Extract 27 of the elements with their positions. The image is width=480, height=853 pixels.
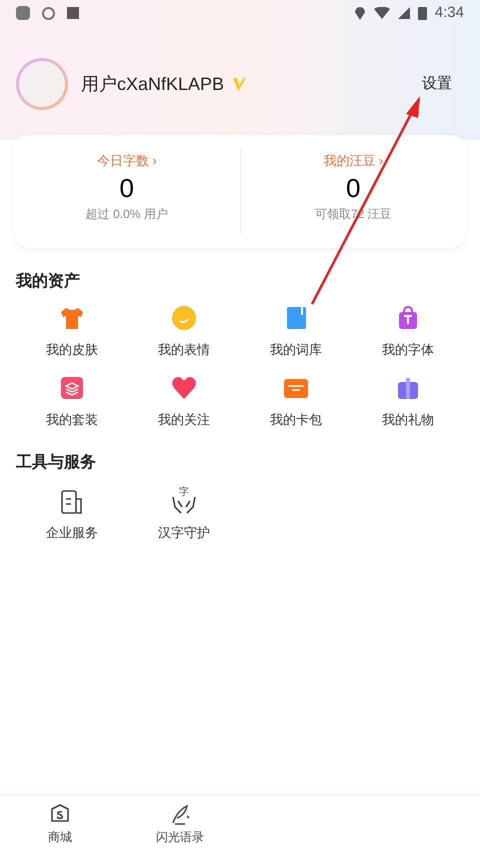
clock: 4:34 [434, 2, 464, 23]
asset-item[interactable]: 我的卡包 [240, 374, 352, 429]
asset-item[interactable]: 我的套装 [16, 374, 128, 429]
stat-value: 0 [120, 172, 134, 204]
asset-item[interactable]: 我的表情 [128, 304, 240, 360]
location-icon [354, 6, 366, 20]
signal-icon [398, 7, 410, 19]
section-title: 工具与服务 [16, 452, 97, 473]
username: 用户cXaNfKLAPB [81, 72, 224, 96]
tool-item[interactable]: 字 汉字守护 [128, 489, 240, 542]
settings-link[interactable]: 设置 [422, 72, 452, 96]
asset-item[interactable]: 我的皮肤 [16, 304, 128, 360]
nav-tab[interactable]: 闪光语录 [120, 796, 240, 853]
asset-item[interactable]: 我的礼物 [352, 374, 464, 429]
document-icon [59, 489, 85, 515]
stat-value: 0 [346, 172, 360, 204]
wifi-icon [374, 7, 390, 19]
asset-item[interactable]: 我的字体 [352, 304, 464, 360]
section-title: 我的资产 [16, 271, 81, 292]
tool-item[interactable]: 企业服务 [16, 489, 128, 542]
asset-item[interactable]: 我的词库 [240, 304, 352, 360]
asset-item[interactable]: 我的关注 [128, 374, 240, 429]
badge-icon [232, 77, 246, 91]
smiley-icon [170, 304, 198, 332]
shop-icon [49, 803, 71, 825]
stat-note: 超过 0.0% 用户 [86, 206, 168, 222]
nav-tab[interactable]: 商城 [0, 796, 120, 853]
